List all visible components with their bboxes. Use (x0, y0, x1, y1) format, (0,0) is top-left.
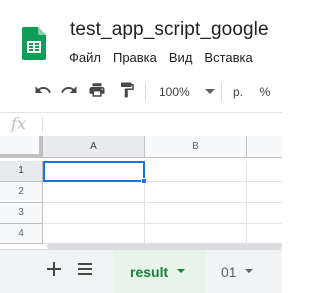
menu-bar: Файл Правка Вид Вставка (63, 48, 259, 68)
row-header-4[interactable]: 4 (0, 224, 43, 244)
zoom-select[interactable]: 100% (152, 80, 215, 104)
sheet-bar: result 01 (0, 249, 282, 293)
toolbar-divider (221, 83, 222, 101)
plus-icon (47, 261, 61, 281)
cell-a2[interactable] (43, 182, 145, 203)
undo-icon (34, 81, 52, 104)
redo-icon (60, 81, 78, 104)
chevron-down-icon (244, 269, 253, 274)
currency-format-button[interactable]: р. (227, 80, 249, 104)
menu-edit[interactable]: Правка (107, 48, 163, 68)
sheet-tab-result[interactable]: result (113, 250, 205, 293)
cell-c2[interactable] (247, 182, 282, 203)
toolbar-divider (145, 83, 146, 101)
column-header-a[interactable]: A (43, 136, 145, 158)
toolbar: 100% р. % (0, 80, 282, 104)
zoom-value: 100% (159, 85, 190, 99)
paint-format-icon (118, 81, 136, 104)
document-title[interactable]: test_app_script_google (70, 19, 269, 41)
select-all-corner[interactable] (0, 136, 43, 158)
undo-button[interactable] (32, 80, 54, 104)
percent-format-button[interactable]: % (254, 80, 276, 104)
fx-icon: fx (11, 114, 26, 133)
print-icon (88, 81, 106, 104)
google-sheets-logo-icon[interactable] (22, 27, 46, 60)
row-header-2[interactable]: 2 (0, 182, 43, 203)
fill-handle[interactable] (141, 178, 147, 184)
menu-insert[interactable]: Вставка (198, 48, 258, 68)
sheet-tab-label: result (130, 263, 169, 280)
sheet-tab-01[interactable]: 01 (205, 250, 282, 293)
add-sheet-button[interactable] (43, 260, 65, 282)
dropdown-arrow-icon (204, 89, 215, 95)
currency-label: р. (232, 85, 243, 99)
formula-bar-divider (42, 116, 43, 133)
cell-b2[interactable] (145, 182, 247, 203)
cell-c3[interactable] (247, 203, 282, 224)
formula-bar: fx (0, 112, 282, 137)
cell-b3[interactable] (145, 203, 247, 224)
sheet-tab-label: 01 (221, 263, 237, 280)
print-button[interactable] (86, 80, 108, 104)
redo-button[interactable] (58, 80, 80, 104)
chevron-down-icon (177, 269, 186, 274)
formula-input[interactable] (48, 115, 278, 134)
cell-c4[interactable] (247, 224, 282, 244)
menu-view[interactable]: Вид (163, 48, 199, 68)
paint-format-button[interactable] (116, 80, 138, 104)
active-cell-border (43, 161, 145, 182)
list-icon (78, 262, 92, 280)
menu-file[interactable]: Файл (63, 48, 107, 68)
percent-label: % (259, 85, 271, 99)
cell-b4[interactable] (145, 224, 247, 244)
cell-b1[interactable] (145, 161, 247, 182)
spreadsheet-grid: A B 1 2 3 4 (0, 136, 282, 244)
cell-a3[interactable] (43, 203, 145, 224)
cell-c1[interactable] (247, 161, 282, 182)
column-header-c[interactable] (247, 136, 282, 158)
all-sheets-button[interactable] (74, 260, 96, 282)
column-header-b[interactable]: B (145, 136, 247, 158)
row-header-1[interactable]: 1 (0, 161, 43, 182)
row-header-3[interactable]: 3 (0, 203, 43, 224)
cell-a4[interactable] (43, 224, 145, 244)
